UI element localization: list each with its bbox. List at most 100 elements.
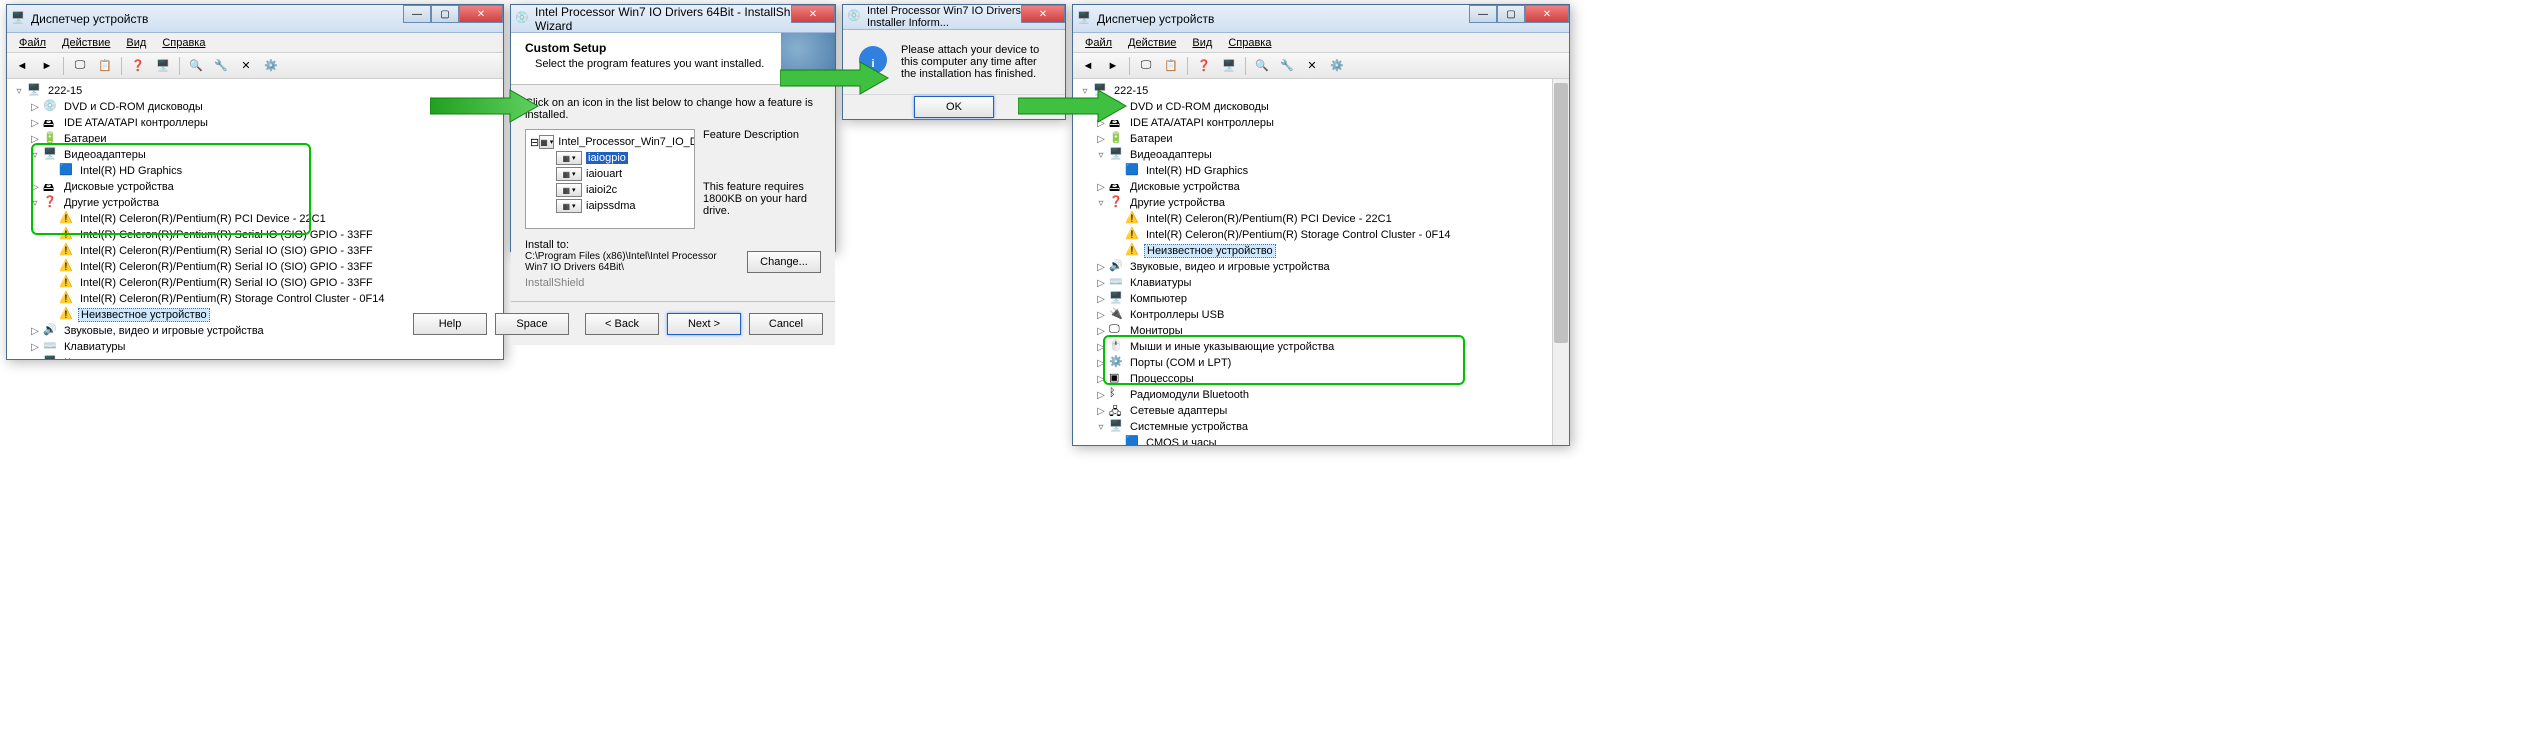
tree-item[interactable]: ▷🖴IDE ATA/ATAPI контроллеры xyxy=(1077,115,1565,131)
tree-item[interactable]: 🟦Intel(R) HD Graphics xyxy=(11,163,499,179)
close-button[interactable]: ✕ xyxy=(791,5,835,23)
minimize-button[interactable]: — xyxy=(1469,5,1497,23)
vertical-scrollbar[interactable] xyxy=(1552,79,1569,445)
tree-item-label[interactable]: Порты (COM и LPT) xyxy=(1128,357,1233,369)
tree-item-label[interactable]: Звуковые, видео и игровые устройства xyxy=(62,325,266,337)
feature-root[interactable]: Intel_Processor_Win7_IO_Drivers xyxy=(558,136,695,148)
tb-btn[interactable]: 🔧 xyxy=(210,55,232,77)
tb-btn[interactable]: 🖵 xyxy=(69,55,91,77)
tree-item-label[interactable]: Процессоры xyxy=(1128,373,1196,385)
tree-item[interactable]: ⚠️Intel(R) Celeron(R)/Pentium(R) Serial … xyxy=(11,259,499,275)
tb-btn[interactable]: 🖥️ xyxy=(1218,55,1240,77)
tb-btn[interactable]: ✕ xyxy=(1301,55,1323,77)
tree-item[interactable]: ▷🔋Батареи xyxy=(11,131,499,147)
close-button[interactable]: ✕ xyxy=(1525,5,1569,23)
tree-item-label[interactable]: Мыши и иные указывающие устройства xyxy=(1128,341,1336,353)
expand-icon[interactable]: ▿ xyxy=(1093,419,1109,435)
tree-item[interactable]: ▿🖥️Видеоадаптеры xyxy=(11,147,499,163)
tree-item[interactable]: ▷🖴Дисковые устройства xyxy=(11,179,499,195)
tb-btn[interactable]: ✕ xyxy=(235,55,257,77)
nav-back-button[interactable]: ◄ xyxy=(11,55,33,77)
tree-item-label[interactable]: Другие устройства xyxy=(62,197,161,209)
tree-item-label[interactable]: Системные устройства xyxy=(1128,421,1250,433)
feature-item[interactable]: iaiogpio xyxy=(586,152,628,164)
tree-item[interactable]: ▷🖵Мониторы xyxy=(1077,323,1565,339)
tree-item-label[interactable]: Контроллеры USB xyxy=(1128,309,1226,321)
menu-help[interactable]: Справка xyxy=(154,35,213,51)
expand-icon[interactable]: ▿ xyxy=(27,147,43,163)
tb-btn[interactable]: 🖵 xyxy=(1135,55,1157,77)
cancel-button[interactable]: Cancel xyxy=(749,313,823,335)
tree-item[interactable]: ⚠️Intel(R) Celeron(R)/Pentium(R) PCI Dev… xyxy=(11,211,499,227)
menu-view[interactable]: Вид xyxy=(1184,35,1220,51)
next-button[interactable]: Next > xyxy=(667,313,741,335)
tree-item-label[interactable]: Батареи xyxy=(62,133,109,145)
nav-fwd-button[interactable]: ► xyxy=(36,55,58,77)
tree-item[interactable]: ▿🖥️Видеоадаптеры xyxy=(1077,147,1565,163)
feature-item[interactable]: iaipssdma xyxy=(586,200,636,212)
tree-item[interactable]: ⚠️Intel(R) Celeron(R)/Pentium(R) Serial … xyxy=(11,275,499,291)
nav-back-button[interactable]: ◄ xyxy=(1077,55,1099,77)
tb-btn[interactable]: 📋 xyxy=(94,55,116,77)
feature-icon[interactable]: ▦ xyxy=(556,199,582,213)
close-button[interactable]: ✕ xyxy=(1021,5,1065,23)
titlebar[interactable]: 🖥️ Диспетчер устройств — ▢ ✕ xyxy=(7,5,503,33)
tree-item-label[interactable]: Мониторы xyxy=(1128,325,1185,337)
tree-item-label[interactable]: CMOS и часы xyxy=(1144,437,1219,445)
tb-btn[interactable]: ⚙️ xyxy=(1326,55,1348,77)
tree-item[interactable]: ▷🖧Сетевые адаптеры xyxy=(1077,403,1565,419)
tree-item-label[interactable]: Неизвестное устройство xyxy=(78,308,210,322)
tb-btn[interactable]: ⚙️ xyxy=(260,55,282,77)
tree-item-label[interactable]: Дисковые устройства xyxy=(1128,181,1242,193)
minimize-button[interactable]: — xyxy=(403,5,431,23)
expand-icon[interactable]: ▷ xyxy=(27,99,43,115)
tree-root[interactable]: 222-15 xyxy=(46,85,84,97)
ok-button[interactable]: OK xyxy=(914,96,994,118)
tb-btn[interactable]: 🖥️ xyxy=(152,55,174,77)
help-button[interactable]: Help xyxy=(413,313,487,335)
tree-item[interactable]: ▷⌨️Клавиатуры xyxy=(1077,275,1565,291)
feature-icon[interactable]: ▦ xyxy=(556,183,582,197)
maximize-button[interactable]: ▢ xyxy=(1497,5,1525,23)
expand-icon[interactable]: ▷ xyxy=(1093,307,1109,323)
tree-item-label[interactable]: DVD и CD-ROM дисководы xyxy=(62,101,205,113)
expand-icon[interactable]: ▿ xyxy=(27,195,43,211)
tree-item-label[interactable]: Клавиатуры xyxy=(62,341,127,353)
tree-item[interactable]: ▷🖥️Компьютер xyxy=(1077,291,1565,307)
tree-item-label[interactable]: IDE ATA/ATAPI контроллеры xyxy=(62,117,210,129)
device-tree[interactable]: ▿🖥️222-15 ▷💿DVD и CD-ROM дисководы▷🖴IDE … xyxy=(1073,79,1569,445)
installer-window[interactable]: 💿 Intel Processor Win7 IO Drivers 64Bit … xyxy=(510,4,836,252)
expand-icon[interactable]: ▷ xyxy=(27,323,43,339)
tree-item[interactable]: ▷🖥️Компьютер xyxy=(11,355,499,359)
tree-item[interactable]: ▷🖴IDE ATA/ATAPI контроллеры xyxy=(11,115,499,131)
tree-item-label[interactable]: Клавиатуры xyxy=(1128,277,1193,289)
tree-item[interactable]: ⚠️Intel(R) Celeron(R)/Pentium(R) Serial … xyxy=(11,227,499,243)
device-manager-window-before[interactable]: 🖥️ Диспетчер устройств — ▢ ✕ Файл Действ… xyxy=(6,4,504,360)
tree-item[interactable]: ▷⚙️Порты (COM и LPT) xyxy=(1077,355,1565,371)
device-manager-window-after[interactable]: 🖥️ Диспетчер устройств — ▢ ✕ Файл Действ… xyxy=(1072,4,1570,446)
expand-icon[interactable]: ▷ xyxy=(1093,387,1109,403)
expand-icon[interactable]: ▷ xyxy=(27,131,43,147)
tree-item-label[interactable]: Intel(R) Celeron(R)/Pentium(R) Serial IO… xyxy=(78,261,375,273)
expand-icon[interactable]: ▷ xyxy=(27,179,43,195)
tree-item[interactable]: ⚠️Intel(R) Celeron(R)/Pentium(R) Serial … xyxy=(11,243,499,259)
feature-item[interactable]: iaioi2c xyxy=(586,184,617,196)
tree-item[interactable]: ▷🔌Контроллеры USB xyxy=(1077,307,1565,323)
menu-view[interactable]: Вид xyxy=(118,35,154,51)
feature-icon[interactable]: ▦ xyxy=(556,151,582,165)
tree-item-label[interactable]: Другие устройства xyxy=(1128,197,1227,209)
expand-icon[interactable]: ▷ xyxy=(1093,403,1109,419)
menu-action[interactable]: Действие xyxy=(54,35,118,51)
feature-icon[interactable]: ▦ xyxy=(539,135,554,149)
feature-item[interactable]: iaiouart xyxy=(586,168,622,180)
tree-item-label[interactable]: Intel(R) Celeron(R)/Pentium(R) Serial IO… xyxy=(78,229,375,241)
expand-icon[interactable]: ▿ xyxy=(11,83,27,99)
expand-icon[interactable]: ▷ xyxy=(27,339,43,355)
tree-item[interactable]: ▿🖥️Системные устройства xyxy=(1077,419,1565,435)
tree-item[interactable]: 🟦CMOS и часы xyxy=(1077,435,1565,445)
menu-file[interactable]: Файл xyxy=(1077,35,1120,51)
expand-icon[interactable]: ▷ xyxy=(1093,179,1109,195)
tree-item[interactable]: ▷💿DVD и CD-ROM дисководы xyxy=(11,99,499,115)
tree-item[interactable]: ▷🖴Дисковые устройства xyxy=(1077,179,1565,195)
expand-icon[interactable]: ▷ xyxy=(1093,291,1109,307)
